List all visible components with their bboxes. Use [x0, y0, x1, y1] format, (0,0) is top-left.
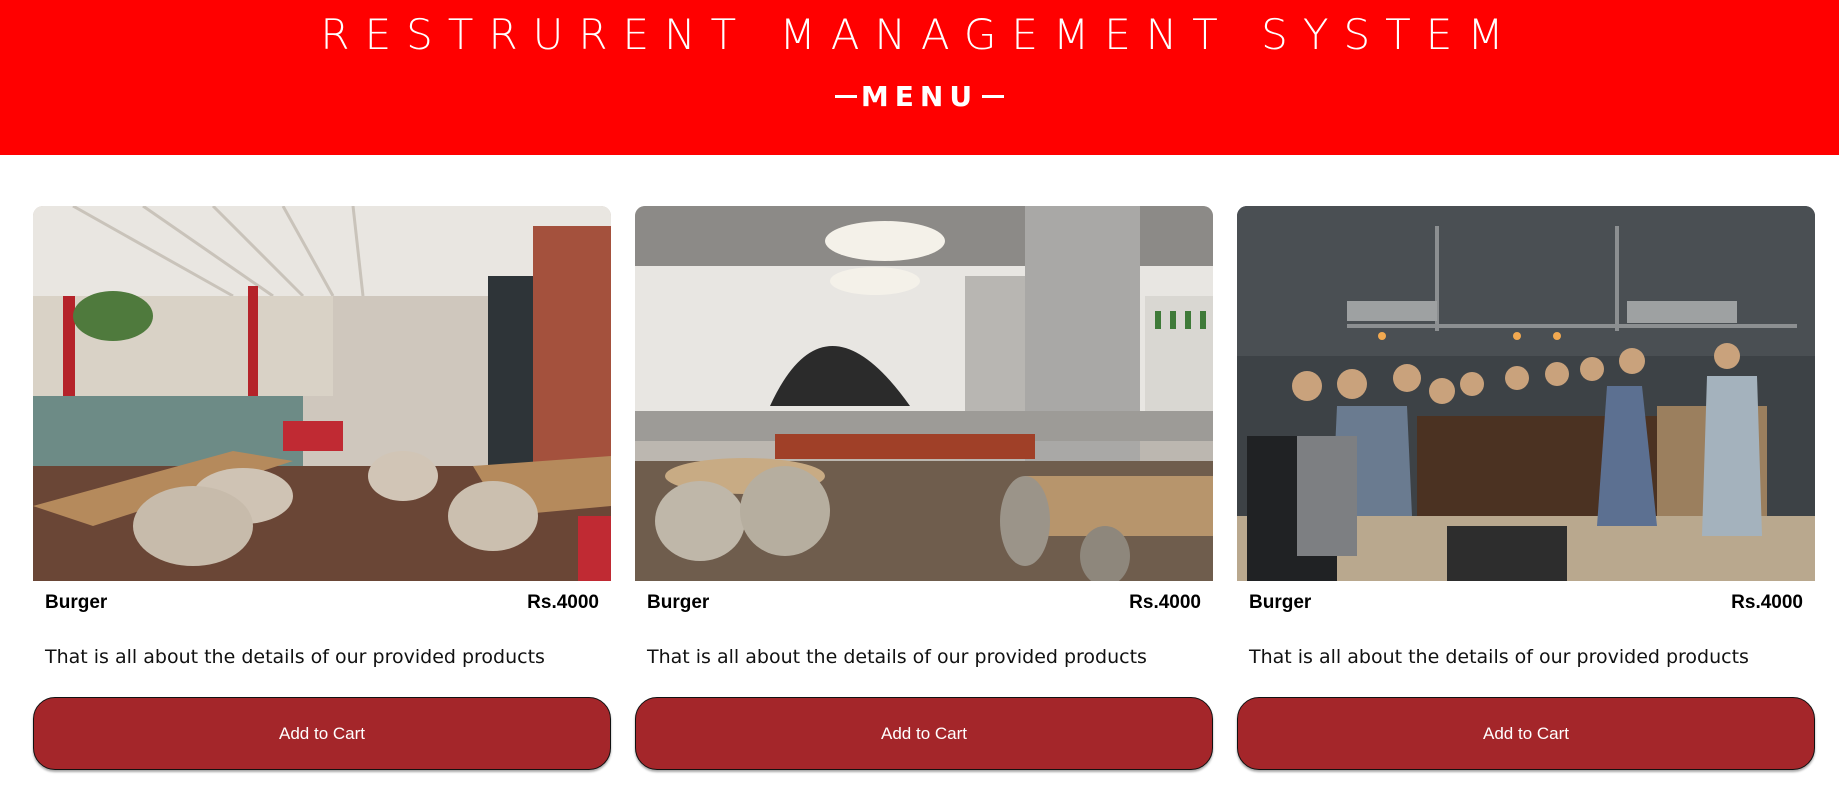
menu-item-image	[33, 206, 611, 581]
menu-item-description: That is all about the details of our pro…	[45, 646, 545, 668]
menu-item-description: That is all about the details of our pro…	[1249, 646, 1749, 668]
add-to-cart-button[interactable]: Add to Cart	[635, 697, 1213, 770]
menu-card: Burger Rs.4000 That is all about the det…	[33, 206, 611, 771]
add-to-cart-button[interactable]: Add to Cart	[1237, 697, 1815, 770]
menu-item-price: Rs.4000	[1129, 592, 1201, 613]
menu-item-price: Rs.4000	[1731, 592, 1803, 613]
dash-right	[982, 94, 1005, 98]
menu-item-description: That is all about the details of our pro…	[647, 646, 1147, 668]
add-to-cart-button[interactable]: Add to Cart	[33, 697, 611, 770]
menu-item-image	[635, 206, 1213, 581]
dash-left	[834, 94, 857, 98]
menu-heading: MENU	[0, 80, 1839, 113]
menu-heading-label: MENU	[860, 80, 979, 113]
menu-item-name: Burger	[45, 592, 108, 613]
menu-item-name: Burger	[1249, 592, 1312, 613]
page-header: RESTRURENT MANAGEMENT SYSTEM MENU	[0, 0, 1839, 155]
site-title: RESTRURENT MANAGEMENT SYSTEM	[320, 10, 1519, 59]
menu-card: Burger Rs.4000 That is all about the det…	[635, 206, 1213, 771]
menu-item-image	[1237, 206, 1815, 581]
menu-card: Burger Rs.4000 That is all about the det…	[1237, 206, 1815, 771]
menu-item-price: Rs.4000	[527, 592, 599, 613]
menu-item-name: Burger	[647, 592, 710, 613]
